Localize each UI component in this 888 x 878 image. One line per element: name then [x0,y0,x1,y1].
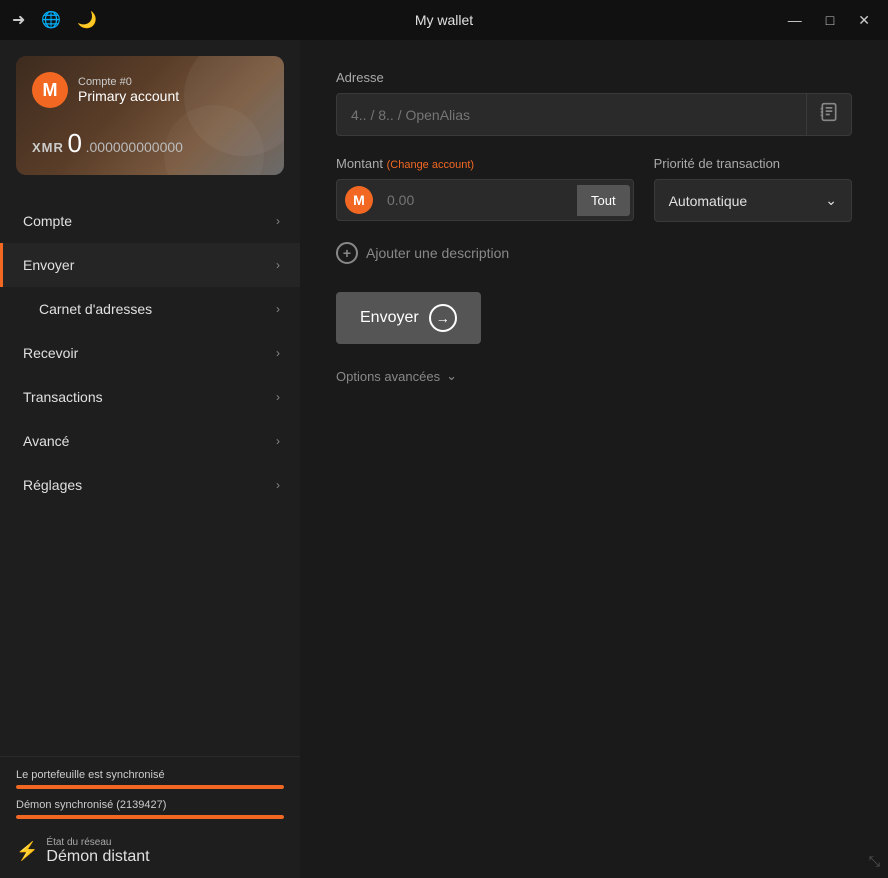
nav-label-envoyer: Envoyer [23,257,74,273]
window-title: My wallet [415,12,473,28]
chevron-icon-reglages: › [276,478,280,492]
daemon-sync-label: Démon synchronisé (2139427) [16,799,284,811]
daemon-text: État du réseau Démon distant [46,837,149,866]
send-button[interactable]: Envoyer → [336,292,481,344]
maximize-button[interactable]: □ [820,10,840,30]
daemon-status: ⚡ État du réseau Démon distant [16,829,284,870]
amount-input[interactable] [381,182,574,218]
xmr-label: XMR [32,140,64,155]
all-button[interactable]: Tout [577,185,630,216]
arrow-icon[interactable]: ➜ [12,10,25,30]
chevron-icon-carnet: › [276,302,280,316]
nav-label-transactions: Transactions [23,389,103,405]
resize-handle[interactable]: ⤡ [869,853,880,870]
add-description-label: Ajouter une description [366,245,509,261]
nav-label-reglages: Réglages [23,477,82,493]
advanced-options-toggle[interactable]: Options avancées ⌄ [336,368,852,384]
wallet-balance: XMR 0 .000000000000 [32,128,268,159]
wallet-account-info: Compte #0 Primary account [78,76,179,104]
titlebar-left: ➜ 🌐 🌙 [12,10,97,30]
sidebar-item-carnet[interactable]: Carnet d'adresses › [0,287,300,331]
nav-list: Compte › Envoyer › Carnet d'adresses › R… [0,191,300,756]
daemon-sync-bar [16,815,284,819]
globe-icon[interactable]: 🌐 [41,10,61,30]
amount-column: Montant (Change account) M Tout [336,156,634,221]
titlebar-controls: — □ ✕ [782,10,876,31]
lightning-icon: ⚡ [16,841,38,862]
network-state-label: État du réseau [46,837,149,848]
chevron-icon-avance: › [276,434,280,448]
balance-decimal: .000000000000 [86,139,183,155]
daemon-type: Démon distant [46,848,149,866]
wallet-header: M Compte #0 Primary account [32,72,268,108]
change-account-label: (Change account) [387,159,474,171]
account-number: Compte #0 [78,76,179,88]
priority-label: Priorité de transaction [654,156,852,171]
titlebar: ➜ 🌐 🌙 My wallet — □ ✕ [0,0,888,40]
address-book-button[interactable] [806,94,851,135]
nav-label-carnet: Carnet d'adresses [39,301,152,317]
nav-label-avance: Avancé [23,433,69,449]
chevron-icon-recevoir: › [276,346,280,360]
priority-column: Priorité de transaction Automatique ⌄ [654,156,852,222]
close-button[interactable]: ✕ [852,10,876,31]
sidebar: M Compte #0 Primary account XMR 0 .00000… [0,40,300,878]
sidebar-item-reglages[interactable]: Réglages › [0,463,300,507]
wallet-sync-fill [16,785,284,789]
plus-icon: + [336,242,358,264]
send-button-label: Envoyer [360,309,419,327]
monero-icon-small: M [345,186,373,214]
sidebar-item-envoyer[interactable]: Envoyer › [0,243,300,287]
wallet-card: M Compte #0 Primary account XMR 0 .00000… [16,56,284,175]
chevron-down-icon: ⌄ [825,192,837,209]
sidebar-status: Le portefeuille est synchronisé Démon sy… [0,756,300,878]
advanced-options-label: Options avancées [336,369,440,384]
minimize-button[interactable]: — [782,10,808,30]
account-name: Primary account [78,88,179,104]
amount-input-wrapper: M Tout [336,179,634,221]
wallet-sync-bar [16,785,284,789]
amount-label: Montant (Change account) [336,156,634,171]
chevron-icon-transactions: › [276,390,280,404]
wallet-sync-label: Le portefeuille est synchronisé [16,769,284,781]
sidebar-item-recevoir[interactable]: Recevoir › [0,331,300,375]
sidebar-item-avance[interactable]: Avancé › [0,419,300,463]
add-description-button[interactable]: + Ajouter une description [336,242,852,264]
priority-select[interactable]: Automatique ⌄ [654,179,852,222]
address-input[interactable] [337,95,806,135]
monero-logo: M [32,72,68,108]
chevron-icon-envoyer: › [276,258,280,272]
nav-label-compte: Compte [23,213,72,229]
sidebar-item-transactions[interactable]: Transactions › [0,375,300,419]
balance-integer: 0 [68,128,82,158]
chevron-icon-compte: › [276,214,280,228]
address-input-wrapper [336,93,852,136]
amount-priority-row: Montant (Change account) M Tout Priorité… [336,156,852,222]
send-arrow-icon: → [429,304,457,332]
chevron-down-advanced-icon: ⌄ [446,368,457,384]
moon-icon[interactable]: 🌙 [77,10,97,30]
nav-label-recevoir: Recevoir [23,345,78,361]
address-label: Adresse [336,70,852,85]
priority-value: Automatique [669,193,748,209]
main-layout: M Compte #0 Primary account XMR 0 .00000… [0,40,888,878]
daemon-sync-fill [16,815,284,819]
main-content: Adresse Montant (Change account) [300,40,888,878]
amount-title: Montant [336,156,383,171]
sidebar-item-compte[interactable]: Compte › [0,199,300,243]
